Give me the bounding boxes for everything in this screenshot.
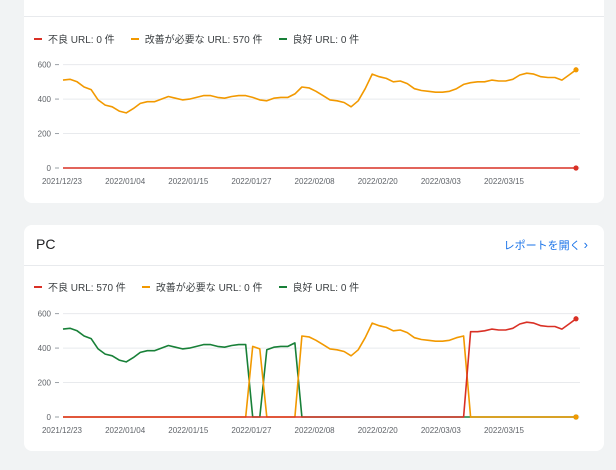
chart-legend: 不良 URL: 0 件 改善が必要な URL: 570 件 良好 URL: 0 … [34,31,375,46]
legend-bad[interactable]: 不良 URL: 570 件 [34,279,126,294]
series-end-point [573,67,579,73]
series-end-point [573,165,579,171]
x-tick-label: 2022/01/15 [168,426,209,435]
bad-swatch [34,37,42,40]
x-tick-label: 2022/03/03 [421,177,462,186]
open-report-link[interactable]: レポートを開く › [504,237,588,253]
bad-swatch [34,285,42,288]
series-line [63,318,577,418]
pc-line-chart: 0 200 400 600 2021/12/23 2022/01/04 2022/01/15… [38,310,580,435]
x-tick-label: 2022/02/08 [295,426,336,435]
x-tick-label: 2022/03/15 [484,426,525,435]
legend-needs-improvement-label: 改善が必要な URL: 0 件 [155,283,263,294]
x-tick-label: 2022/03/15 [484,177,525,186]
legend-bad[interactable]: 不良 URL: 0 件 [34,31,115,46]
y-tick-label: 400 [38,95,52,104]
legend-good-label: 良好 URL: 0 件 [292,283,360,294]
legend-needs-improvement[interactable]: 改善が必要な URL: 570 件 [130,31,263,46]
x-tick-label: 2022/01/04 [105,177,146,186]
legend-needs-improvement[interactable]: 改善が必要な URL: 0 件 [141,279,263,294]
legend-good[interactable]: 良好 URL: 0 件 [278,279,360,294]
open-report-label: レポートを開く [503,240,581,252]
needs-improvement-swatch [141,285,150,288]
x-tick-label: 2022/01/04 [105,426,146,435]
card-divider [24,265,604,266]
needs-improvement-swatch [130,37,139,40]
y-tick-label: 600 [38,61,52,70]
series-end-point [573,414,579,420]
x-tick-label: 2022/02/08 [295,177,336,186]
series-line [63,322,576,418]
legend-good[interactable]: 良好 URL: 0 件 [278,31,360,46]
legend-bad-label: 不良 URL: 570 件 [48,283,126,294]
y-tick-label: 200 [38,379,52,388]
x-tick-label: 2022/03/03 [421,426,462,435]
series-line [62,69,577,114]
x-tick-label: 2022/01/15 [168,177,209,186]
y-tick-label: 200 [38,130,52,139]
card-divider [24,16,604,17]
legend-needs-improvement-label: 改善が必要な URL: 570 件 [144,35,263,46]
good-swatch [278,285,287,288]
x-tick-label: 2021/12/23 [42,177,83,186]
mobile-line-chart: 0 200 400 600 2021/12/23 2022/01/04 2022/01/15… [38,61,580,186]
good-swatch [278,37,287,40]
y-tick-label: 0 [47,413,52,422]
y-tick-label: 400 [38,344,52,353]
x-tick-label: 2022/01/27 [231,177,272,186]
pc-report-card: PC レポートを開く › 不良 URL: 570 件 改善が必要な URL: 0… [24,225,604,451]
mobile-report-card: 不良 URL: 0 件 改善が必要な URL: 570 件 良好 URL: 0 … [24,0,604,203]
x-tick-label: 2021/12/23 [42,426,83,435]
x-tick-label: 2022/01/27 [231,426,272,435]
y-tick-label: 0 [47,164,52,173]
x-tick-label: 2022/02/20 [358,177,399,186]
x-tick-label: 2022/02/20 [358,426,399,435]
legend-good-label: 良好 URL: 0 件 [292,35,360,46]
series-end-point [573,316,579,322]
chevron-right-icon: › [583,237,588,252]
y-tick-label: 600 [38,310,52,319]
card-title: PC [36,236,56,252]
chart-legend: 不良 URL: 570 件 改善が必要な URL: 0 件 良好 URL: 0 … [34,279,375,294]
legend-bad-label: 不良 URL: 0 件 [48,35,115,46]
